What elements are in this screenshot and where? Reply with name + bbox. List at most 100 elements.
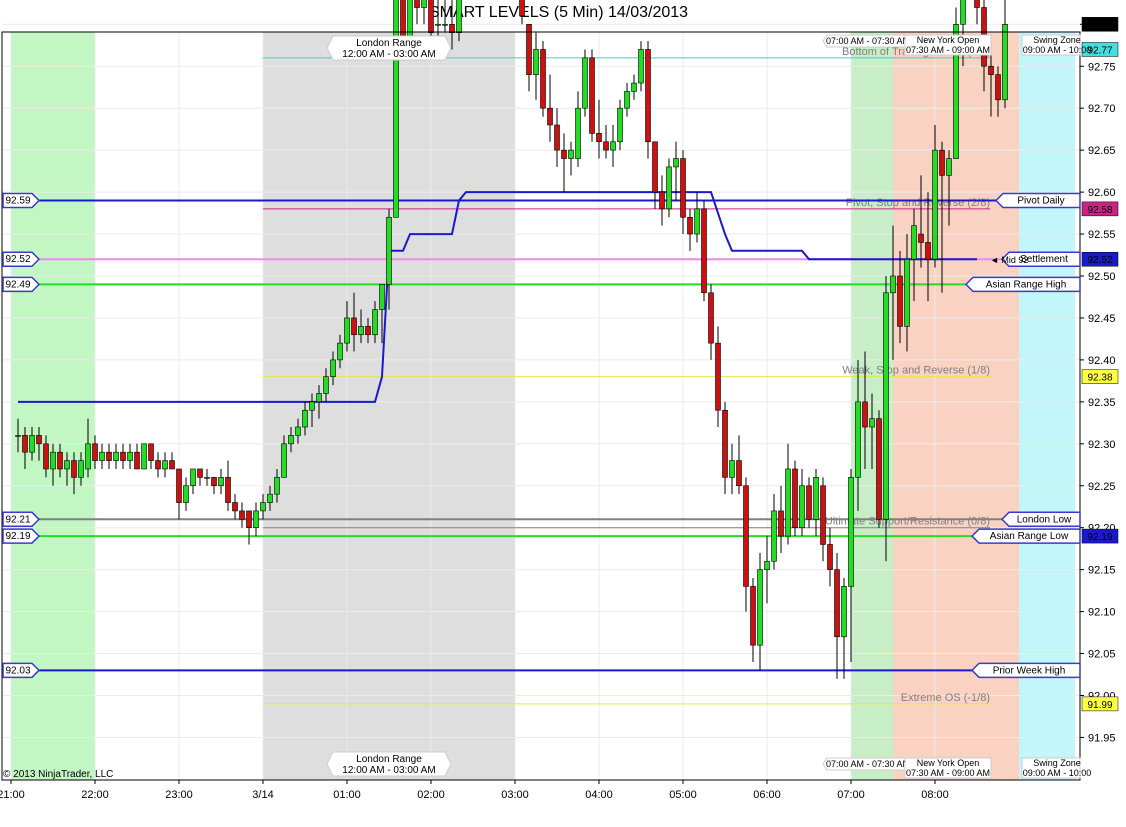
candle-body: [820, 485, 826, 545]
candle-body: [897, 275, 903, 327]
candle-body: [904, 258, 910, 327]
candle-body: [162, 460, 168, 470]
candle-body: [659, 191, 665, 210]
candle-body: [29, 435, 35, 453]
candle-body: [393, 0, 399, 218]
candle-body: [232, 502, 238, 512]
candle-body: [99, 451, 105, 461]
candle-body: [757, 569, 763, 646]
candle-body: [197, 468, 203, 478]
candle-body: [351, 317, 357, 336]
y-tick-label: 92.75: [1088, 61, 1116, 73]
level-left-tag-text: 92.19: [5, 531, 30, 542]
x-tick-label: 02:00: [417, 789, 445, 801]
candle-body: [176, 468, 182, 503]
candle-body: [666, 166, 672, 210]
y-tick-label: 92.05: [1088, 649, 1116, 661]
level-right-tag-text: Asian Range Low: [990, 531, 1069, 542]
candle-body: [687, 216, 693, 235]
candle-body: [610, 141, 616, 151]
level-left-tag-text: 92.49: [5, 279, 30, 290]
candle-body: [71, 460, 77, 478]
candle-body: [624, 91, 630, 109]
candle-body: [106, 451, 112, 461]
candle-body: [638, 49, 644, 84]
y-tick-label: 92.10: [1088, 607, 1116, 619]
candle-body: [806, 485, 812, 520]
level-right-tag-text: Pivot Daily: [1017, 195, 1064, 206]
candle-body: [722, 409, 728, 478]
level-right-tag-text: Prior Week High: [993, 665, 1066, 676]
candle-body: [337, 342, 343, 361]
candle-body: [547, 107, 553, 126]
candle-body: [127, 451, 133, 461]
candle-body: [631, 82, 637, 92]
candle-body: [456, 0, 462, 33]
candle-body: [246, 510, 252, 529]
candle-body: [365, 326, 371, 336]
axis-price-label: 92.58: [1087, 205, 1112, 216]
candle-body: [792, 468, 798, 529]
candle-body: [729, 460, 735, 478]
candle-body: [85, 443, 91, 470]
y-tick-label: 92.35: [1088, 397, 1116, 409]
candle-body: [379, 284, 385, 310]
candle-body: [603, 141, 609, 151]
y-tick-label: 92.70: [1088, 103, 1116, 115]
candle-body: [239, 510, 245, 520]
candle-body: [211, 477, 217, 487]
y-tick-label: 92.25: [1088, 481, 1116, 493]
candle-body: [113, 451, 119, 461]
level-left-tag-text: 92.21: [5, 514, 30, 525]
candle-body: [309, 401, 315, 411]
candle-body: [183, 485, 189, 503]
axis-price-label: 91.99: [1087, 700, 1112, 711]
mid-label: ◄ Mid 92: [990, 255, 1028, 265]
y-tick-label: 92.65: [1088, 145, 1116, 157]
candle-body: [988, 65, 994, 75]
y-tick-label: 92.50: [1088, 271, 1116, 283]
murrey-label: Weak, Stop and Reverse (1/8): [842, 365, 990, 377]
x-tick-label: 23:00: [165, 789, 193, 801]
candle-body: [869, 418, 875, 428]
level-left-tag-text: 92.59: [5, 195, 30, 206]
level-left-tag-text: 92.52: [5, 254, 30, 265]
candle-body: [883, 292, 889, 520]
swing-zone-hours: 09:00 AM - 10:00: [1023, 768, 1092, 778]
candle-body: [701, 208, 707, 294]
candle-body: [50, 451, 56, 470]
price-chart[interactable]: Major Support/Resistance Line (4/8)Botto…: [0, 0, 1126, 827]
candle-body: [267, 493, 273, 503]
axis-price-label: 92.19: [1087, 532, 1112, 543]
x-tick-label: 22:00: [81, 789, 109, 801]
candle-body: [834, 569, 840, 638]
candle-body: [134, 451, 140, 470]
candle-body: [771, 510, 777, 562]
candle-body: [78, 460, 84, 478]
candle-body: [344, 317, 350, 344]
candle-body: [694, 208, 700, 235]
candle-body: [568, 149, 574, 159]
x-tick-label: 01:00: [333, 789, 361, 801]
candle-body: [827, 544, 833, 570]
candle-body: [323, 376, 329, 394]
candle-body: [855, 401, 861, 478]
candle-body: [92, 443, 98, 461]
candle-body: [589, 57, 595, 134]
candle-body: [190, 468, 196, 487]
candle-body: [778, 510, 784, 537]
candle-body: [673, 158, 679, 168]
candle-body: [575, 107, 581, 159]
level-right-tag-text: Asian Range High: [986, 279, 1067, 290]
x-tick-label: 3/14: [252, 789, 273, 801]
y-tick-label: 92.40: [1088, 355, 1116, 367]
candle-body: [596, 133, 602, 143]
candle-body: [36, 435, 42, 445]
candle-body: [386, 216, 392, 285]
session-zone: [263, 32, 515, 780]
x-tick-label: 04:00: [585, 789, 613, 801]
candle-body: [946, 158, 952, 176]
y-tick-label: 92.30: [1088, 439, 1116, 451]
candle-body: [582, 57, 588, 109]
murrey-label: Pivot, Stop and Reverse (2/8): [846, 197, 990, 209]
